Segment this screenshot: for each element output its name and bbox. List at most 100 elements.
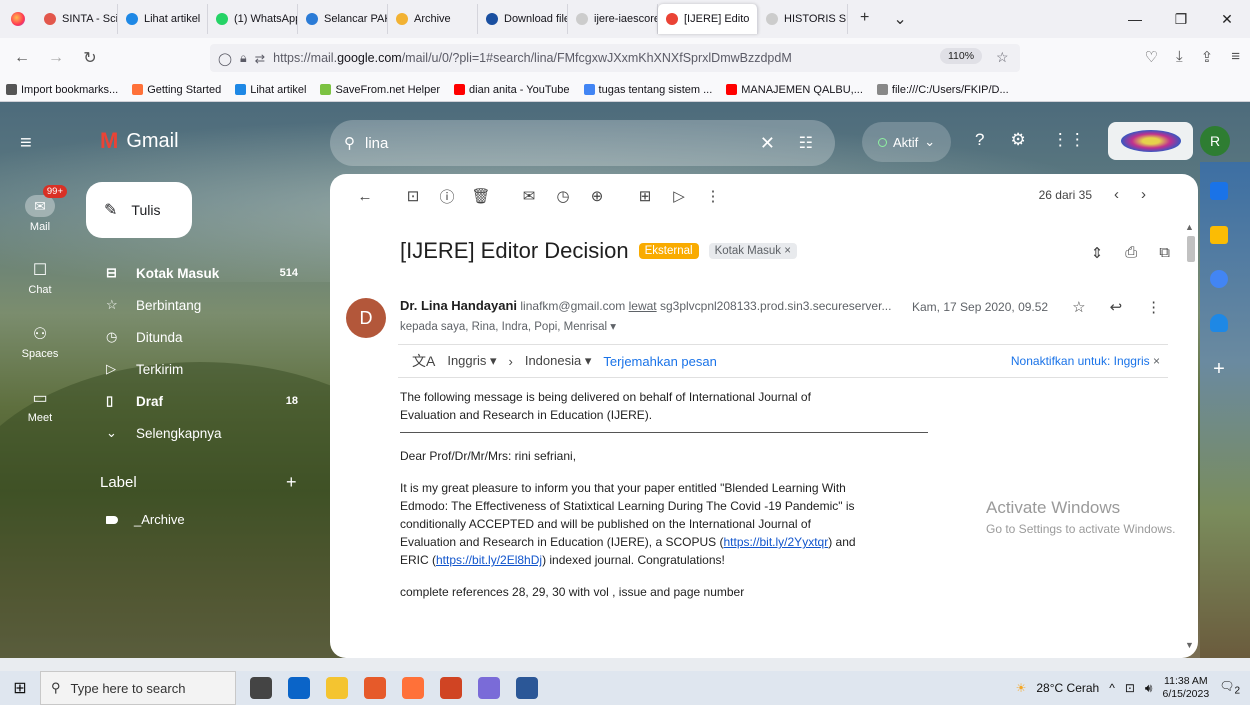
downloads-icon[interactable]: ⤓ <box>1176 48 1183 66</box>
rail-chat[interactable]: ☐ Chat <box>0 246 80 310</box>
bookmark-item[interactable]: SaveFrom.net Helper <box>320 84 440 96</box>
main-menu-icon[interactable]: ≡ <box>20 132 32 155</box>
address-bar[interactable]: ◯ 🔒︎ ⇄ https://mail.google.com/mail/u/0/… <box>210 44 1020 72</box>
browser-tab[interactable]: Download file <box>478 4 568 34</box>
browser-tab[interactable]: (1) WhatsApp <box>208 4 298 34</box>
add-task-icon[interactable]: ⊕ <box>580 187 614 205</box>
folder-sent[interactable]: ▷ Terkirim <box>86 353 306 385</box>
calendar-icon[interactable] <box>1210 182 1228 200</box>
file-explorer-icon[interactable] <box>326 677 348 699</box>
search-bar[interactable]: ⚲ lina ✕ ☷ <box>330 120 835 166</box>
search-input[interactable]: lina <box>365 135 388 152</box>
newer-icon[interactable]: ‹ <box>1114 187 1119 202</box>
move-to-icon[interactable]: ⊞ <box>628 187 662 205</box>
label-archive[interactable]: _Archive <box>106 512 185 527</box>
delete-icon[interactable]: 🗑︎ <box>464 187 498 205</box>
tasks-icon[interactable] <box>1210 270 1228 288</box>
hidden-icons-chevron-icon[interactable]: ^ <box>1109 681 1115 695</box>
word-icon[interactable] <box>516 677 538 699</box>
share-icon[interactable]: ⇪ <box>1201 48 1214 66</box>
bookmark-item[interactable]: tugas tentang sistem ... <box>583 84 712 96</box>
folder-star[interactable]: ☆ Berbintang <box>86 289 306 321</box>
new-tab-button[interactable]: + <box>860 9 869 29</box>
windows-start-icon[interactable]: ⊞ <box>0 678 40 698</box>
add-label-button[interactable]: + <box>286 472 297 493</box>
status-button[interactable]: Aktif ⌄ <box>862 122 952 162</box>
more-options-icon[interactable]: ⋮ <box>1146 298 1161 316</box>
permissions-icon[interactable]: ⇄ <box>255 51 265 66</box>
organization-logo[interactable] <box>1108 122 1193 160</box>
search-icon[interactable]: ⚲ <box>344 134 355 152</box>
inbox-label-chip[interactable]: Kotak Masuk × <box>708 243 797 259</box>
report-spam-icon[interactable]: ⓘ <box>430 186 464 207</box>
eric-link[interactable]: https://bit.ly/2El8hDj <box>436 553 542 567</box>
pocket-icon[interactable]: ♡ <box>1145 48 1158 66</box>
older-icon[interactable]: › <box>1141 187 1146 202</box>
lock-icon[interactable]: 🔒︎ <box>240 51 247 66</box>
more-actions-icon[interactable]: ⋮ <box>696 187 730 205</box>
star-icon[interactable]: ☆ <box>1072 298 1085 316</box>
folder-chevron-down[interactable]: ⌄ Selengkapnya <box>86 417 306 449</box>
powerpoint-icon[interactable] <box>440 677 462 699</box>
search-options-icon[interactable]: ☷ <box>799 133 813 153</box>
add-addon-icon[interactable]: + <box>1213 358 1225 381</box>
folder-inbox[interactable]: ⊟ Kotak Masuk 514 <box>86 257 306 289</box>
bookmark-item[interactable]: Getting Started <box>132 84 221 96</box>
forward-button[interactable]: → <box>44 49 68 67</box>
app-swirl-icon[interactable] <box>478 677 500 699</box>
notifications-icon[interactable]: 🗨︎2 <box>1219 679 1240 696</box>
browser-tab[interactable]: SINTA - Science ar <box>36 4 118 34</box>
bookmark-item[interactable]: MANAJEMEN QALBU,... <box>726 84 863 96</box>
expand-all-icon[interactable]: ⇕ <box>1091 244 1104 262</box>
hamburger-menu-icon[interactable]: ≡ <box>1231 48 1240 66</box>
clock[interactable]: 11:38 AM 6/15/2023 <box>1162 675 1209 701</box>
taskbar-search[interactable]: ⚲ Type here to search <box>40 671 236 705</box>
settings-icon[interactable]: ⚙ <box>1010 130 1025 150</box>
bookmark-item[interactable]: file:///C:/Users/FKIP/D... <box>876 84 1009 96</box>
list-tabs-button[interactable]: ⌄ <box>893 9 906 29</box>
scroll-thumb[interactable] <box>1187 236 1195 262</box>
network-icon[interactable]: ⊡ <box>1125 681 1135 695</box>
bookmark-star-icon[interactable]: ☆ <box>996 49 1009 66</box>
restore-button[interactable]: ❐ <box>1158 0 1204 38</box>
bookmark-item[interactable]: dian anita - YouTube <box>454 84 570 96</box>
weather-text[interactable]: 28°C Cerah <box>1036 681 1099 695</box>
scroll-down-icon[interactable]: ▼ <box>1185 640 1194 650</box>
apps-grid-icon[interactable]: ⋮⋮ <box>1052 130 1086 150</box>
mail-app-icon[interactable] <box>288 677 310 699</box>
app-g-icon[interactable] <box>364 677 386 699</box>
volume-icon[interactable]: 🔊︎ <box>1145 681 1153 696</box>
browser-tab[interactable]: Archive <box>388 4 478 34</box>
mark-unread-icon[interactable]: ✉ <box>512 187 546 205</box>
clear-search-icon[interactable]: ✕ <box>760 133 775 154</box>
folder-draft[interactable]: ▯ Draf 18 <box>86 385 306 417</box>
scopus-link[interactable]: https://bit.ly/2Yyxtqr <box>723 535 828 549</box>
scroll-up-icon[interactable]: ▲ <box>1185 222 1194 232</box>
close-icon[interactable]: × <box>1153 354 1160 368</box>
snooze-icon[interactable]: ◷ <box>546 187 580 205</box>
keep-icon[interactable] <box>1210 226 1228 244</box>
reply-icon[interactable]: ↩ <box>1110 298 1123 316</box>
task-view-icon[interactable] <box>250 677 272 699</box>
close-window-button[interactable]: ✕ <box>1204 0 1250 38</box>
turn-off-translate[interactable]: Nonaktifkan untuk: Inggris × <box>1011 354 1160 368</box>
reload-button[interactable]: ↻ <box>78 48 102 68</box>
weather-icon[interactable]: ☀ <box>1016 681 1027 695</box>
bookmark-item[interactable]: Import bookmarks... <box>6 84 118 96</box>
via-link[interactable]: lewat <box>629 299 657 313</box>
help-icon[interactable]: ? <box>975 130 984 150</box>
archive-icon[interactable]: ⊡ <box>396 187 430 205</box>
compose-button[interactable]: ✎ Tulis <box>86 182 192 238</box>
gmail-logo[interactable]: M Gmail <box>100 128 179 154</box>
rail-mail[interactable]: ✉ 99+ Mail <box>0 182 80 246</box>
folder-snooze[interactable]: ◷ Ditunda <box>86 321 306 353</box>
browser-tab[interactable]: HISTORIS SUBMISS <box>758 4 848 34</box>
browser-tab[interactable]: [IJERE] Edito✕ <box>658 4 758 34</box>
firefox-menu-button[interactable] <box>0 0 36 38</box>
label-as-icon[interactable]: ▷ <box>662 187 696 205</box>
recipients-dropdown[interactable]: kepada saya, Rina, Indra, Popi, Menrisal… <box>400 319 616 333</box>
browser-tab[interactable]: Lihat artikel <box>118 4 208 34</box>
account-avatar[interactable]: R <box>1200 126 1230 156</box>
sender-name[interactable]: Dr. Lina Handayani <box>400 298 517 313</box>
firefox-icon[interactable] <box>402 677 424 699</box>
